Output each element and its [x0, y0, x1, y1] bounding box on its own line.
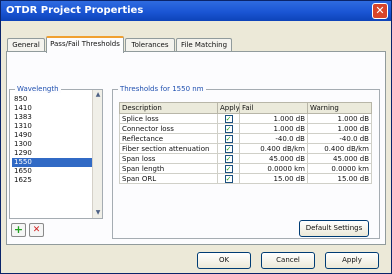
window-title: OTDR Project Properties: [6, 5, 144, 16]
remove-icon: ✕: [32, 225, 41, 235]
default-settings-button[interactable]: Default Settings: [299, 220, 369, 237]
plus-icon: +: [13, 223, 24, 236]
dialog-window: OTDR Project Properties ✕ General Pass/F…: [0, 0, 392, 274]
wavelength-item[interactable]: 1625: [12, 176, 92, 185]
row-description: Span loss: [119, 153, 218, 164]
row-fail-value[interactable]: 15.00 dB: [239, 173, 308, 184]
cancel-button[interactable]: Cancel: [261, 252, 315, 269]
close-icon: ✕: [375, 4, 385, 17]
row-warning-value[interactable]: 0.0000 km: [307, 163, 372, 174]
row-description: Fiber section attenuation: [119, 143, 218, 154]
wavelength-item[interactable]: 850: [12, 95, 92, 104]
column-header-fail[interactable]: Fail: [239, 102, 308, 114]
threshold-row[interactable]: Reflectance ✓ -40.0 dB -40.0 dB: [119, 133, 372, 144]
row-description: Connector loss: [119, 123, 218, 134]
row-warning-value[interactable]: 15.00 dB: [307, 173, 372, 184]
row-description: Span length: [119, 163, 218, 174]
ok-button[interactable]: OK: [197, 252, 251, 269]
apply-checkbox[interactable]: ✓: [224, 124, 233, 133]
row-fail-value[interactable]: 0.400 dB/km: [239, 143, 308, 154]
row-apply-cell[interactable]: ✓: [217, 153, 240, 164]
row-description: Reflectance: [119, 133, 218, 144]
apply-checkbox[interactable]: ✓: [224, 164, 233, 173]
row-apply-cell[interactable]: ✓: [217, 123, 240, 134]
tab-pass-fail-thresholds[interactable]: Pass/Fail Thresholds: [46, 36, 124, 53]
threshold-row[interactable]: Splice loss ✓ 1.000 dB 1.000 dB: [119, 113, 372, 124]
wavelength-item[interactable]: 1550: [12, 158, 92, 167]
row-apply-cell[interactable]: ✓: [217, 133, 240, 144]
row-apply-cell[interactable]: ✓: [217, 173, 240, 184]
apply-checkbox[interactable]: ✓: [224, 154, 233, 163]
row-warning-value[interactable]: 45.000 dB: [307, 153, 372, 164]
row-fail-value[interactable]: 1.000 dB: [239, 113, 308, 124]
wavelength-item[interactable]: 1290: [12, 149, 92, 158]
row-description: Span ORL: [119, 173, 218, 184]
add-wavelength-button[interactable]: +: [11, 223, 26, 237]
apply-checkbox[interactable]: ✓: [224, 144, 233, 153]
apply-checkbox[interactable]: ✓: [224, 114, 233, 123]
apply-checkbox[interactable]: ✓: [224, 134, 233, 143]
row-fail-value[interactable]: 45.000 dB: [239, 153, 308, 164]
wavelength-item[interactable]: 1490: [12, 131, 92, 140]
row-warning-value[interactable]: 1.000 dB: [307, 123, 372, 134]
column-header-apply[interactable]: Apply: [217, 102, 240, 114]
wavelength-item[interactable]: 1300: [12, 140, 92, 149]
wavelength-item[interactable]: 1410: [12, 104, 92, 113]
apply-checkbox[interactable]: ✓: [224, 174, 233, 183]
thresholds-header: Thresholds for 1550 nm: [118, 85, 206, 93]
column-header-description[interactable]: Description: [119, 102, 218, 114]
tab-general[interactable]: General: [7, 38, 45, 52]
threshold-row[interactable]: Span ORL ✓ 15.00 dB 15.00 dB: [119, 173, 372, 184]
remove-wavelength-button[interactable]: ✕: [29, 223, 44, 237]
row-fail-value[interactable]: 0.0000 km: [239, 163, 308, 174]
column-header-warning[interactable]: Warning: [307, 102, 372, 114]
scroll-down-icon[interactable]: ▼: [93, 208, 103, 218]
row-apply-cell[interactable]: ✓: [217, 143, 240, 154]
close-button[interactable]: ✕: [372, 3, 388, 19]
row-warning-value[interactable]: -40.0 dB: [307, 133, 372, 144]
wavelength-item[interactable]: 1650: [12, 167, 92, 176]
row-description: Splice loss: [119, 113, 218, 124]
row-warning-value[interactable]: 1.000 dB: [307, 113, 372, 124]
wavelength-item[interactable]: 1383: [12, 113, 92, 122]
threshold-row[interactable]: Connector loss ✓ 1.000 dB 1.000 dB: [119, 123, 372, 134]
row-fail-value[interactable]: -40.0 dB: [239, 133, 308, 144]
threshold-row[interactable]: Span loss ✓ 45.000 dB 45.000 dB: [119, 153, 372, 164]
wavelength-header: Wavelength: [15, 85, 61, 93]
tab-file-matching[interactable]: File Matching: [176, 38, 232, 52]
scroll-up-icon[interactable]: ▲: [93, 90, 103, 100]
title-bar[interactable]: OTDR Project Properties ✕: [1, 1, 391, 21]
wavelength-list[interactable]: 850 1410 1383 1310 1490 1300 1290 1550 1650 1625 …: [9, 89, 103, 219]
row-apply-cell[interactable]: ✓: [217, 113, 240, 124]
row-warning-value[interactable]: 0.400 dB/km: [307, 143, 372, 154]
tab-tolerances[interactable]: Tolerances: [125, 38, 175, 52]
thresholds-table: Description Apply Fail Warning Splice lo…: [119, 102, 372, 184]
apply-button[interactable]: Apply: [325, 252, 379, 269]
wavelength-item[interactable]: 1310: [12, 122, 92, 131]
threshold-row[interactable]: Fiber section attenuation ✓ 0.400 dB/km 0.4…: [119, 143, 372, 154]
wavelength-scrollbar[interactable]: ▲ ▼: [92, 90, 102, 218]
row-apply-cell[interactable]: ✓: [217, 163, 240, 174]
threshold-row[interactable]: Span length ✓ 0.0000 km 0.0000 km: [119, 163, 372, 174]
row-fail-value[interactable]: 1.000 dB: [239, 123, 308, 134]
